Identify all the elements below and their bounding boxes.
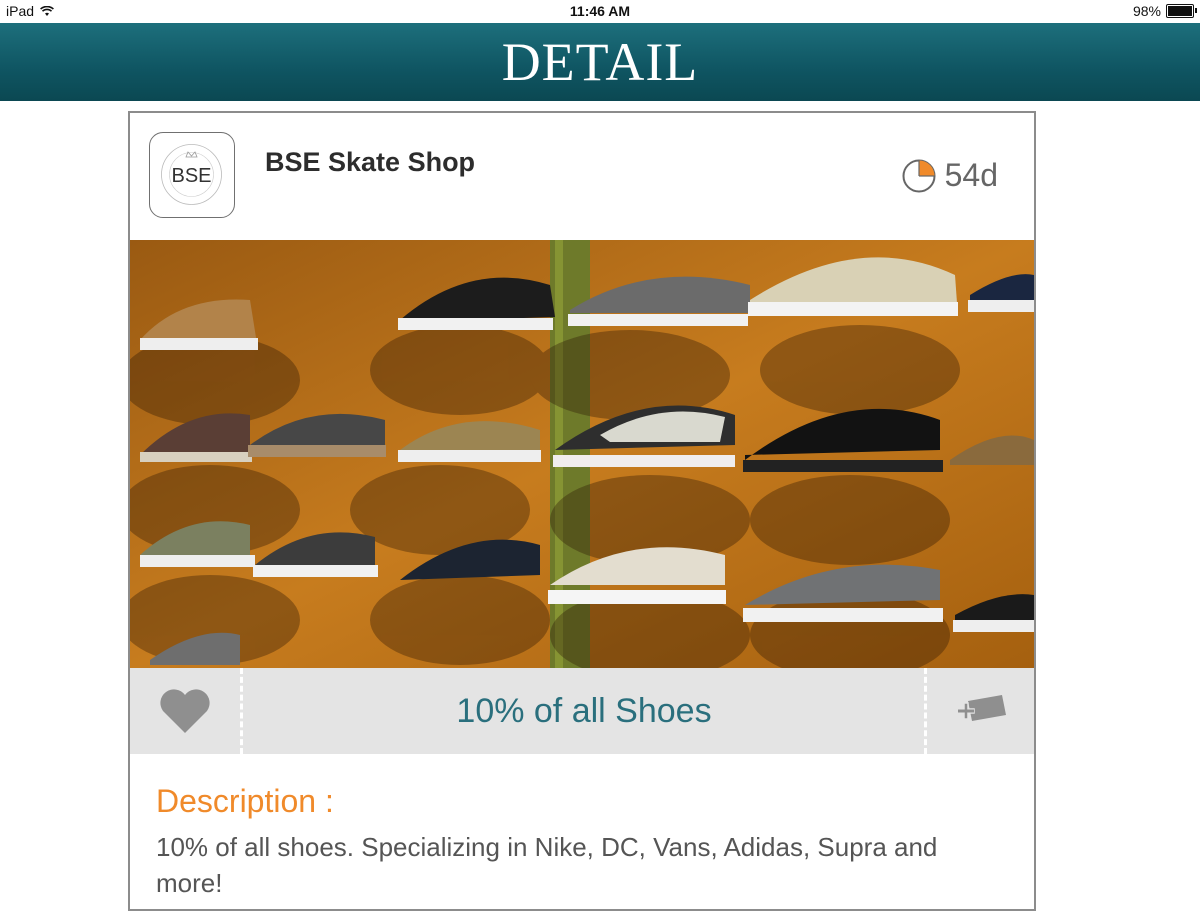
- deal-card: BSE BSE Skate Shop 54d 10% of all Shoes …: [128, 111, 1036, 911]
- description-label: Description :: [156, 783, 334, 819]
- shop-logo[interactable]: BSE: [149, 132, 235, 218]
- offer-title: 10% of all Shoes: [456, 692, 712, 730]
- page-title: DETAIL: [501, 32, 699, 92]
- action-bar: 10% of all Shoes: [130, 668, 1034, 754]
- status-bar: iPad 11:46 AM 98%: [0, 0, 1200, 23]
- heart-icon: [160, 689, 210, 733]
- time-remaining-value: 54d: [944, 157, 998, 193]
- logo-text: BSE: [171, 165, 211, 187]
- bse-logo-icon: BSE: [161, 144, 222, 205]
- status-time: 11:46 AM: [569, 3, 631, 19]
- card-header: BSE BSE Skate Shop 54d: [130, 113, 1034, 240]
- shop-name: BSE Skate Shop: [265, 147, 476, 177]
- time-remaining: 54d: [901, 157, 998, 194]
- navigation-bar: DETAIL: [0, 23, 1200, 101]
- shoe-wall-photo[interactable]: [130, 240, 1034, 668]
- battery-percent: 98%: [1132, 3, 1161, 19]
- favorite-button[interactable]: [130, 668, 240, 754]
- battery-icon: [1166, 4, 1197, 18]
- divider-left: [240, 668, 243, 754]
- add-to-wallet-button[interactable]: [926, 668, 1034, 754]
- add-card-icon: [957, 695, 1006, 721]
- pie-timer-icon: [902, 159, 936, 192]
- description-text: 10% of all shoes. Specializing in Nike, …: [156, 832, 938, 898]
